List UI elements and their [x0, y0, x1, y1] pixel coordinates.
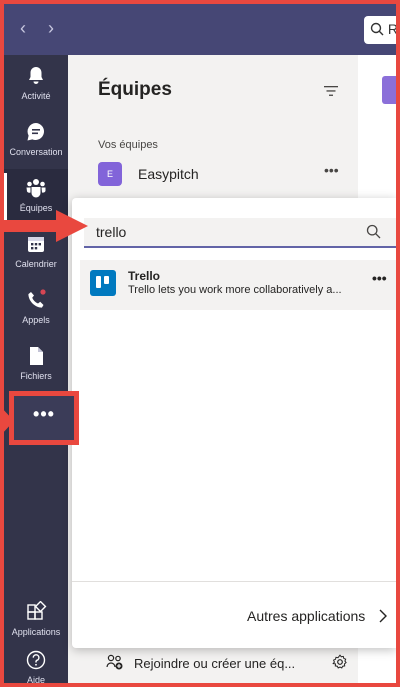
back-arrow-icon[interactable]: ‹: [20, 19, 26, 37]
rail-item-activite[interactable]: Activité: [4, 57, 68, 113]
bell-icon: [29, 67, 43, 84]
trello-logo-icon: [90, 270, 116, 296]
pointer-arrow-icon: [0, 406, 14, 436]
app-result-description: Trello lets you work more collaborativel…: [128, 284, 342, 296]
search-icon[interactable]: [366, 224, 381, 239]
rail-item-aide[interactable]: Aide: [4, 641, 68, 683]
team-name: Easypitch: [138, 166, 199, 182]
join-team-bar[interactable]: Rejoindre ou créer une éq...: [68, 644, 358, 683]
team-avatar: E: [98, 162, 122, 186]
rail-label: Calendrier: [15, 259, 57, 269]
forward-arrow-icon[interactable]: ›: [48, 19, 54, 37]
teams-window: ‹ › R Activité Conversation Équipes Cale…: [4, 4, 396, 683]
pointer-arrow-icon: [0, 210, 88, 242]
rail-label: Fichiers: [20, 371, 52, 381]
help-icon: [26, 650, 46, 670]
page-title: Équipes: [98, 79, 172, 100]
phone-icon: [28, 289, 46, 308]
add-team-icon: [106, 654, 123, 670]
app-result-name: Trello: [128, 269, 161, 283]
app-search-popup: trello Trello Trello lets you work more …: [72, 198, 396, 648]
app-search-input[interactable]: trello: [84, 218, 396, 248]
join-team-label: Rejoindre ou créer une éq...: [134, 656, 296, 671]
rail-item-fichiers[interactable]: Fichiers: [4, 337, 68, 393]
team-item-easypitch[interactable]: E Easypitch •••: [98, 162, 346, 188]
rail-item-appels[interactable]: Appels: [4, 281, 68, 337]
team-badge: [382, 76, 396, 104]
apps-icon: [27, 601, 47, 620]
more-options-icon[interactable]: •••: [324, 162, 339, 178]
global-search-input[interactable]: R: [364, 16, 396, 44]
more-options-icon[interactable]: •••: [372, 270, 387, 286]
rail-label: Aide: [26, 675, 45, 683]
rail-label: Conversation: [9, 147, 63, 157]
app-rail: Activité Conversation Équipes Calendrier…: [4, 55, 68, 683]
filter-icon[interactable]: [324, 85, 338, 97]
gear-icon[interactable]: [332, 654, 348, 670]
global-search-placeholder: R: [387, 21, 396, 37]
rail-label: Activité: [21, 91, 51, 101]
section-label: Vos équipes: [98, 139, 158, 151]
app-search-value: trello: [96, 224, 127, 240]
app-result-trello[interactable]: Trello Trello lets you work more collabo…: [80, 260, 396, 310]
chat-icon: [27, 123, 44, 141]
teams-icon: [26, 179, 46, 198]
divider: [72, 581, 396, 582]
chevron-right-icon[interactable]: [378, 608, 388, 624]
file-icon: [30, 347, 43, 365]
search-icon: [370, 22, 384, 36]
rail-label: Appels: [22, 315, 50, 325]
rail-item-conversation[interactable]: Conversation: [4, 113, 68, 169]
title-bar: ‹ › R: [4, 4, 396, 55]
other-apps-link[interactable]: Autres applications: [247, 608, 365, 624]
rail-label: Applications: [11, 627, 61, 637]
